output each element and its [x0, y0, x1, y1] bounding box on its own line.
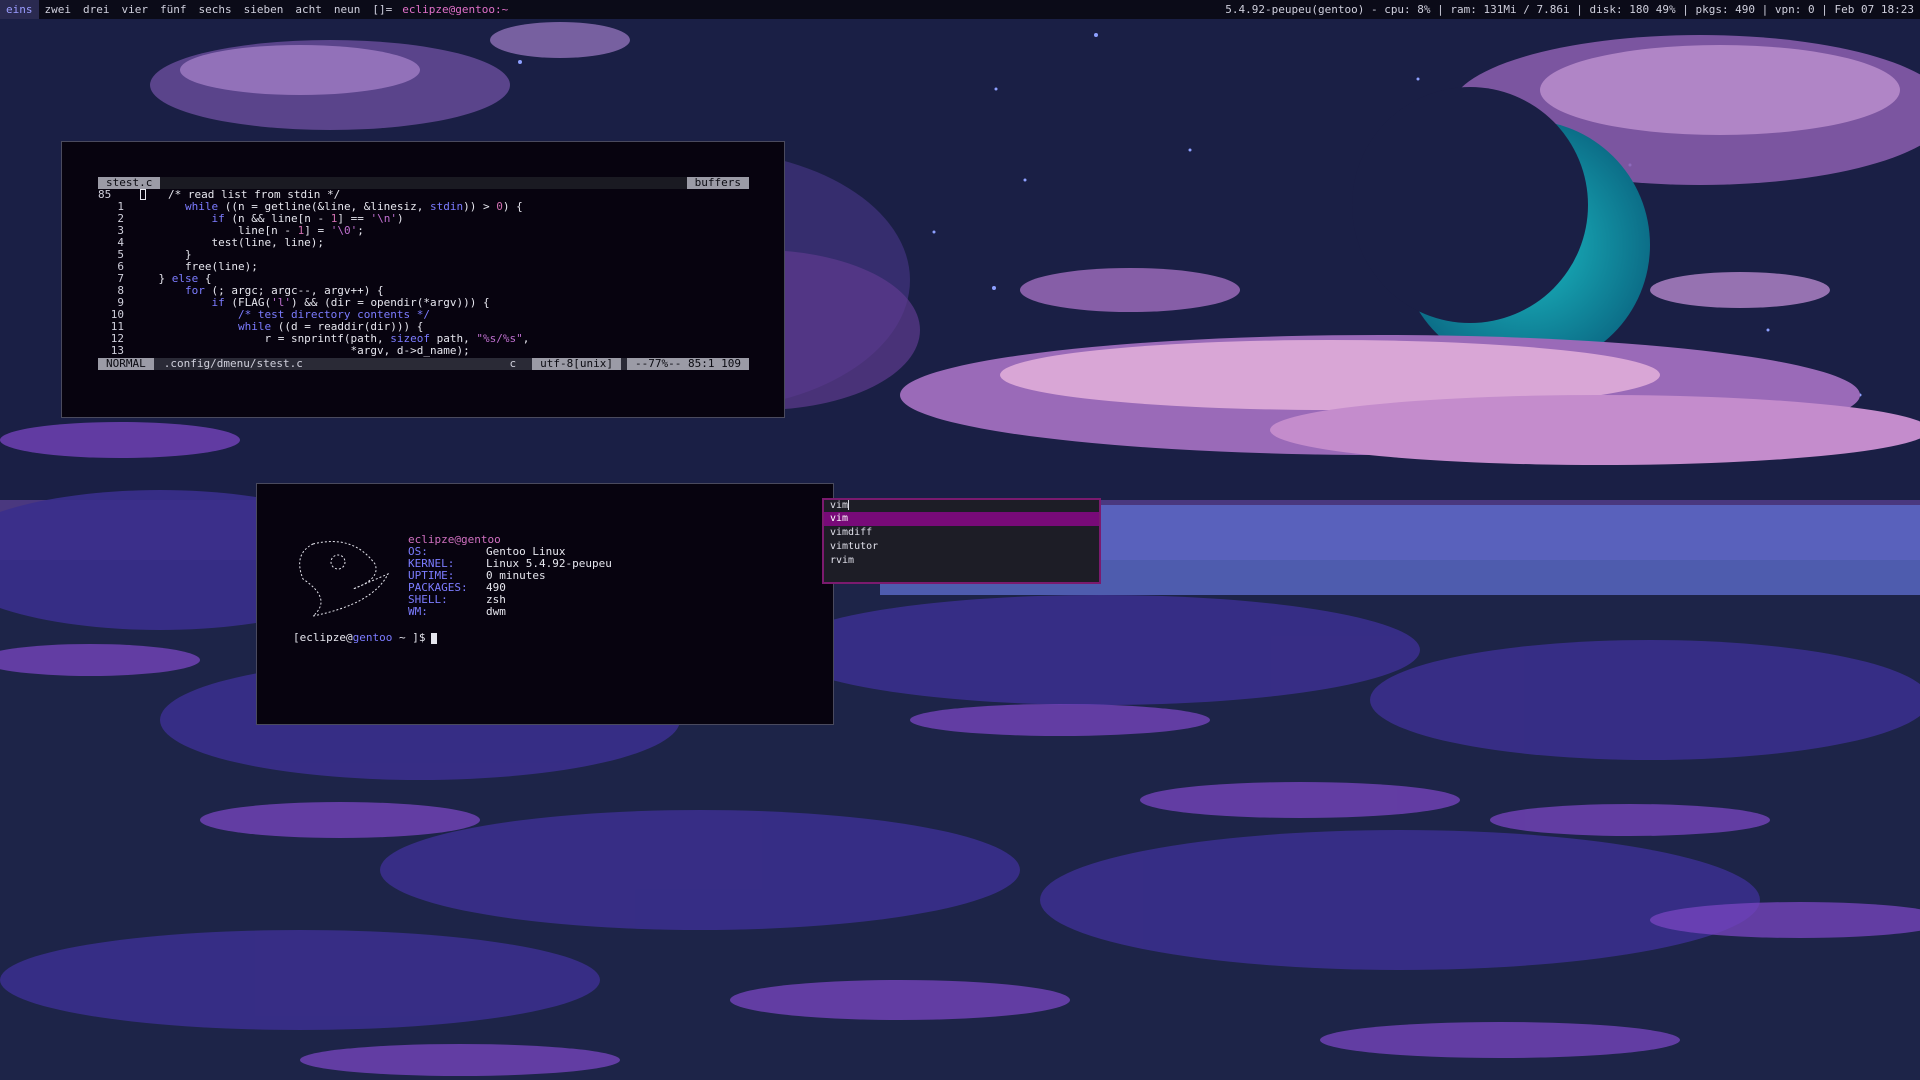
status-bar: eins zwei drei vier fünf sechs sieben ac…	[0, 0, 1920, 19]
workspace-tag-4[interactable]: vier	[116, 0, 155, 19]
vim-filetype: c	[509, 357, 517, 370]
dmenu-item[interactable]: vimtutor	[824, 540, 1099, 554]
code-text: *argv, d->d_name);	[132, 344, 470, 357]
dmenu-item[interactable]: vimdiff	[824, 526, 1099, 540]
user-host: eclipze @ gentoo	[408, 533, 501, 546]
code-lines[interactable]: 1 while ((n = getline(&line, &linesiz, s…	[98, 201, 749, 357]
vim-statusline: NORMAL .config/dmenu/stest.c c utf-8[uni…	[98, 358, 749, 370]
gentoo-ascii-logo	[299, 541, 390, 617]
dmenu-input[interactable]: vim	[824, 500, 1099, 512]
shell-prompt[interactable]: [eclipze@gentoo ~ ]$	[293, 632, 438, 644]
line-number: 7	[117, 272, 124, 285]
terminal-cursor	[431, 632, 438, 644]
line-number: 2	[117, 212, 124, 225]
text-caret	[848, 500, 850, 510]
vim-mode: NORMAL	[98, 358, 154, 370]
workspace-tag-1[interactable]: eins	[0, 0, 39, 19]
workspace-tag-5[interactable]: fünf	[154, 0, 193, 19]
dmenu-launcher[interactable]: vim vim vimdiff vimtutor rvim	[822, 498, 1101, 584]
vim-buffers-label[interactable]: buffers	[686, 177, 749, 189]
workspace-tag-6[interactable]: sechs	[193, 0, 238, 19]
system-info: eclipze @ gentoo OS: Gentoo Linux KERNEL: Li…	[408, 534, 748, 618]
dmenu-item[interactable]: rvim	[824, 554, 1099, 568]
code-line[interactable]: 13 *argv, d->d_name);	[98, 345, 749, 357]
vim-editor[interactable]: stest.c buffers 85/* read list from stdi…	[98, 177, 749, 370]
vim-terminal-window[interactable]: stest.c buffers 85/* read list from stdi…	[61, 141, 785, 418]
layout-symbol[interactable]: []=	[366, 0, 398, 19]
workspace-tag-9[interactable]: neun	[328, 0, 367, 19]
line-number: 3	[117, 224, 124, 237]
line-number: 85	[98, 188, 112, 201]
fetch-terminal-window[interactable]: eclipze @ gentoo OS: Gentoo Linux KERNEL: Li…	[256, 483, 834, 725]
workspace-tag-3[interactable]: drei	[77, 0, 116, 19]
window-title: eclipze@gentoo:~	[402, 3, 509, 16]
wm-key: WM:	[408, 605, 428, 618]
line-number: 5	[117, 248, 124, 261]
line-number: 6	[117, 260, 124, 273]
line-number: 8	[117, 284, 124, 297]
workspace-tag-8[interactable]: acht	[289, 0, 328, 19]
code-line[interactable]: 4 test(line, line);	[98, 237, 749, 249]
workspace-tag-7[interactable]: sieben	[238, 0, 290, 19]
workspace-tag-2[interactable]: zwei	[39, 0, 78, 19]
line-number: 13	[110, 344, 124, 357]
wm-value: dwm	[486, 605, 506, 618]
dmenu-item[interactable]: vim	[824, 512, 1099, 526]
vim-position: --77%-- 85:1 109	[627, 358, 749, 370]
text-cursor	[140, 189, 146, 200]
system-status: 5.4.92-peupeu(gentoo) - cpu: 8% | ram: 1…	[1225, 3, 1914, 16]
vim-filepath: .config/dmenu/stest.c	[163, 357, 303, 370]
vim-encoding: utf-8[unix]	[532, 358, 622, 370]
line-number: 1	[117, 200, 124, 213]
line-number: 4	[117, 236, 124, 249]
